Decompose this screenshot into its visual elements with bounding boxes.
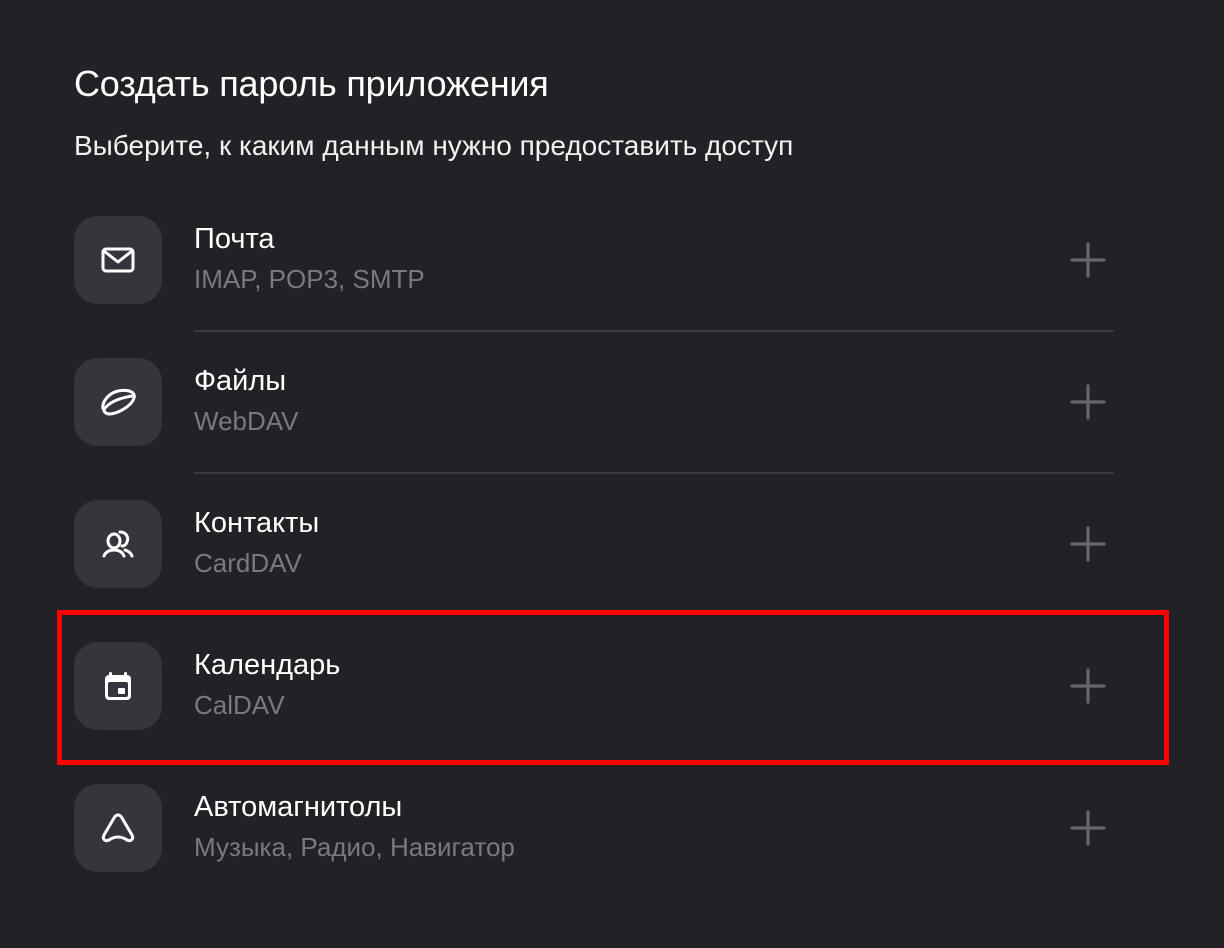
item-subtitle: WebDAV	[194, 406, 299, 436]
add-car-radio-button[interactable]	[1070, 810, 1106, 846]
item-subtitle: CardDAV	[194, 548, 302, 578]
list-item-calendar[interactable]: Календарь CalDAV	[74, 642, 1114, 784]
item-subtitle: CalDAV	[194, 690, 285, 720]
page-title: Создать пароль приложения	[74, 63, 549, 104]
car-icon-tile	[74, 784, 162, 872]
page-subtitle: Выберите, к каким данным нужно предостав…	[74, 130, 794, 161]
list-item-files[interactable]: Файлы WebDAV	[74, 358, 1114, 500]
list-item-car-radio[interactable]: Автомагнитолы Музыка, Радио, Навигатор	[74, 784, 1114, 926]
add-contacts-button[interactable]	[1070, 526, 1106, 562]
calendar-icon-tile	[74, 642, 162, 730]
item-title: Календарь	[194, 649, 341, 681]
add-files-button[interactable]	[1070, 384, 1106, 420]
car-icon	[101, 813, 135, 843]
divider	[194, 472, 1114, 474]
divider	[194, 330, 1114, 332]
disk-icon-tile	[74, 358, 162, 446]
mail-icon	[101, 247, 135, 273]
list-item-mail[interactable]: Почта IMAP, POP3, SMTP	[74, 216, 1114, 358]
disk-icon	[101, 388, 136, 416]
contacts-icon	[102, 530, 134, 558]
add-calendar-button[interactable]	[1070, 668, 1106, 704]
item-title: Контакты	[194, 507, 320, 539]
item-subtitle: IMAP, POP3, SMTP	[194, 264, 425, 294]
plus-icon	[1070, 810, 1106, 846]
plus-icon	[1070, 242, 1106, 278]
item-title: Почта	[194, 223, 275, 255]
add-mail-button[interactable]	[1070, 242, 1106, 278]
contacts-icon-tile	[74, 500, 162, 588]
item-title: Файлы	[194, 365, 287, 397]
plus-icon	[1070, 668, 1106, 704]
plus-icon	[1070, 384, 1106, 420]
item-subtitle: Музыка, Радио, Навигатор	[194, 832, 515, 862]
list-item-contacts[interactable]: Контакты CardDAV	[74, 500, 1114, 642]
plus-icon	[1070, 526, 1106, 562]
mail-icon-tile	[74, 216, 162, 304]
item-title: Автомагнитолы	[194, 791, 403, 823]
calendar-icon	[105, 672, 131, 700]
